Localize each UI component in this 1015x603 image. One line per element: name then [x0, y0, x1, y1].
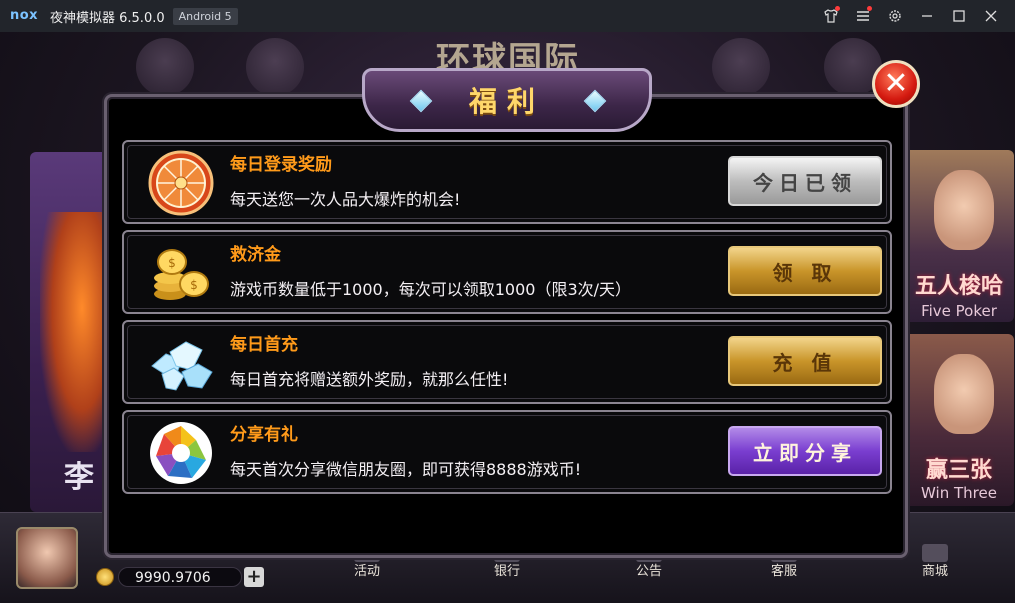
dialog-close-button[interactable]: ✕: [872, 60, 920, 108]
nav-announcement[interactable]: 公告: [619, 560, 679, 579]
nox-logo: nox: [10, 8, 39, 23]
nav-customer-service[interactable]: 客服: [754, 560, 814, 579]
reward-description: 每天送您一次人品大爆炸的机会!: [230, 190, 461, 209]
claim-button[interactable]: 领 取: [728, 246, 882, 296]
window-controls: [815, 0, 1007, 32]
add-coins-button[interactable]: +: [244, 567, 264, 587]
reward-row-daily-login: 每日登录奖励 每天送您一次人品大爆炸的机会! 今日已领: [122, 140, 892, 224]
notification-dot: [835, 6, 840, 11]
svg-text:$: $: [168, 256, 176, 270]
reward-description: 每日首充将赠送额外奖励，就那么任性!: [230, 370, 509, 389]
reward-description: 游戏币数量低于1000，每次可以领取1000（限3次/天）: [230, 280, 632, 299]
game-card-left-label: 李: [64, 460, 94, 495]
android-version-badge: Android 5: [172, 7, 238, 25]
reward-title: 分享有礼: [230, 425, 298, 445]
recharge-button[interactable]: 充 值: [728, 336, 882, 386]
coin-balance: 9990.9706 +: [96, 567, 264, 587]
character-portrait: [934, 354, 994, 434]
emulator-titlebar: nox 夜神模拟器 6.5.0.0 Android 5: [0, 0, 1015, 32]
game-card-subtitle: Win Three: [921, 484, 997, 502]
reward-title: 救济金: [230, 245, 281, 265]
game-logo: 环球国际: [436, 40, 580, 80]
reward-description: 每天首次分享微信朋友圈，即可获得8888游戏币!: [230, 460, 582, 479]
svg-text:$: $: [190, 278, 198, 292]
character-portrait: [934, 170, 994, 250]
coins-icon: $ $: [154, 249, 209, 300]
game-card-title: 赢三张: [925, 458, 992, 483]
gear-icon[interactable]: [879, 0, 911, 32]
game-card-title: 五人梭哈: [914, 274, 1003, 299]
dialog-title: 福利: [468, 85, 545, 118]
diamond-icon: [583, 89, 607, 113]
share-aperture-icon: [150, 422, 212, 484]
diamonds-icon: [151, 341, 213, 391]
reward-title: 每日首充: [230, 335, 298, 355]
close-icon[interactable]: [975, 0, 1007, 32]
nav-activity[interactable]: 活动: [337, 560, 397, 579]
menu-icon[interactable]: [847, 0, 879, 32]
nav-shop[interactable]: 商城: [905, 560, 965, 579]
coin-value: 9990.9706: [118, 567, 242, 587]
reward-row-first-recharge: 每日首充 每日首充将赠送额外奖励，就那么任性! 充 值: [122, 320, 892, 404]
diamond-icon: [409, 89, 433, 113]
coin-icon: [96, 568, 114, 586]
claimed-today-button[interactable]: 今日已领: [728, 156, 882, 206]
share-now-button[interactable]: 立即分享: [728, 426, 882, 476]
game-card-subtitle: Five Poker: [921, 302, 997, 320]
wheel-icon: [148, 150, 214, 216]
minimize-icon[interactable]: [911, 0, 943, 32]
reward-title: 每日登录奖励: [230, 155, 332, 175]
redeem-code-icon[interactable]: [136, 38, 194, 96]
close-x-icon: ✕: [883, 66, 909, 101]
avatar[interactable]: [16, 527, 78, 589]
trophy-icon[interactable]: [712, 38, 770, 96]
reward-row-share-gift: 分享有礼 每天首次分享微信朋友圈，即可获得8888游戏币! 立即分享: [122, 410, 892, 494]
maximize-icon[interactable]: [943, 0, 975, 32]
nav-bank[interactable]: 银行: [477, 560, 537, 579]
hero-art: [40, 212, 110, 452]
notification-dot: [867, 6, 872, 11]
app-title: 夜神模拟器 6.5.0.0: [50, 10, 165, 26]
welfare-icon[interactable]: [246, 38, 304, 96]
shirt-icon[interactable]: [815, 0, 847, 32]
reward-row-relief-fund: $ $ 救济金 游戏币数量低于1000，每次可以领取1000（限3次/天） 领 …: [122, 230, 892, 314]
dialog-header: 福利: [362, 68, 652, 132]
